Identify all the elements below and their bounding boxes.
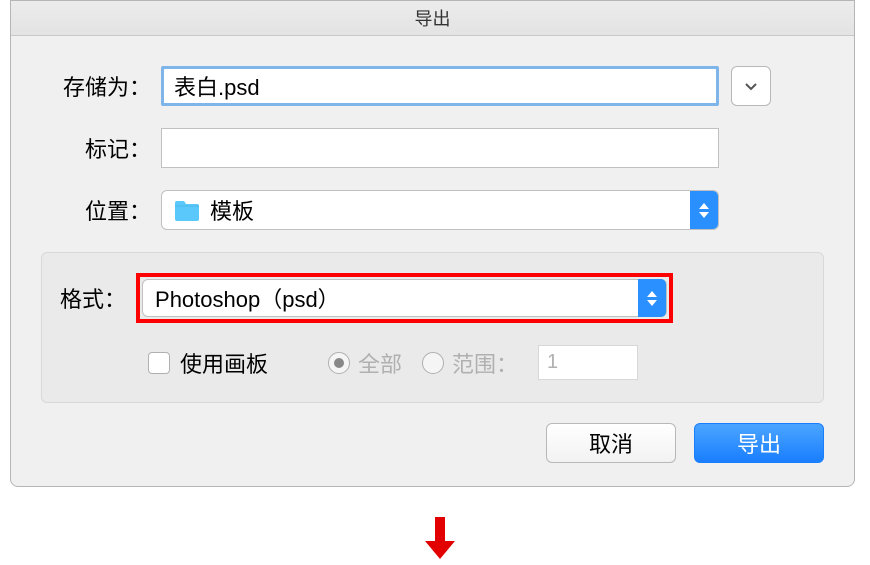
down-arrow-icon (425, 517, 455, 559)
format-label: 格式： (60, 282, 126, 314)
range-custom-label: 范围： (452, 347, 518, 379)
save-as-row: 存储为： (41, 66, 824, 106)
dialog-title: 导出 (415, 5, 451, 31)
location-select[interactable]: 模板 (161, 190, 719, 230)
range-custom-radio (422, 352, 444, 374)
location-value: 模板 (210, 194, 690, 226)
location-label: 位置： (41, 194, 151, 226)
format-row: 格式： Photoshop（psd） (60, 273, 805, 323)
select-arrows-icon (690, 191, 718, 229)
folder-icon (174, 199, 200, 221)
filename-input[interactable] (161, 66, 719, 106)
tags-input[interactable] (161, 128, 719, 168)
cancel-button-label: 取消 (589, 427, 633, 459)
dialog-titlebar: 导出 (11, 1, 854, 36)
tags-row: 标记： (41, 128, 824, 168)
export-button-label: 导出 (737, 427, 781, 459)
format-panel: 格式： Photoshop（psd） 使用画板 全部 (41, 252, 824, 403)
range-input (538, 345, 638, 380)
artboard-options-row: 使用画板 全部 范围： (148, 345, 805, 380)
expand-button[interactable] (731, 66, 771, 106)
cancel-button[interactable]: 取消 (546, 423, 676, 463)
format-value: Photoshop（psd） (155, 282, 638, 314)
button-row: 取消 导出 (41, 423, 824, 471)
dialog-content: 存储为： 标记： 位置： 模板 (11, 36, 854, 486)
export-dialog: 导出 存储为： 标记： 位置： 模板 (10, 0, 855, 487)
tags-label: 标记： (41, 132, 151, 164)
save-as-label: 存储为： (41, 70, 151, 102)
export-button[interactable]: 导出 (694, 423, 824, 463)
use-artboard-label: 使用画板 (180, 347, 268, 379)
use-artboard-checkbox[interactable] (148, 352, 170, 374)
format-select[interactable]: Photoshop（psd） (142, 279, 667, 317)
range-all-label: 全部 (358, 347, 402, 379)
format-highlight: Photoshop（psd） (136, 273, 673, 323)
range-all-radio (328, 352, 350, 374)
location-row: 位置： 模板 (41, 190, 824, 230)
chevron-down-icon (744, 79, 758, 93)
select-arrows-icon (638, 279, 666, 317)
